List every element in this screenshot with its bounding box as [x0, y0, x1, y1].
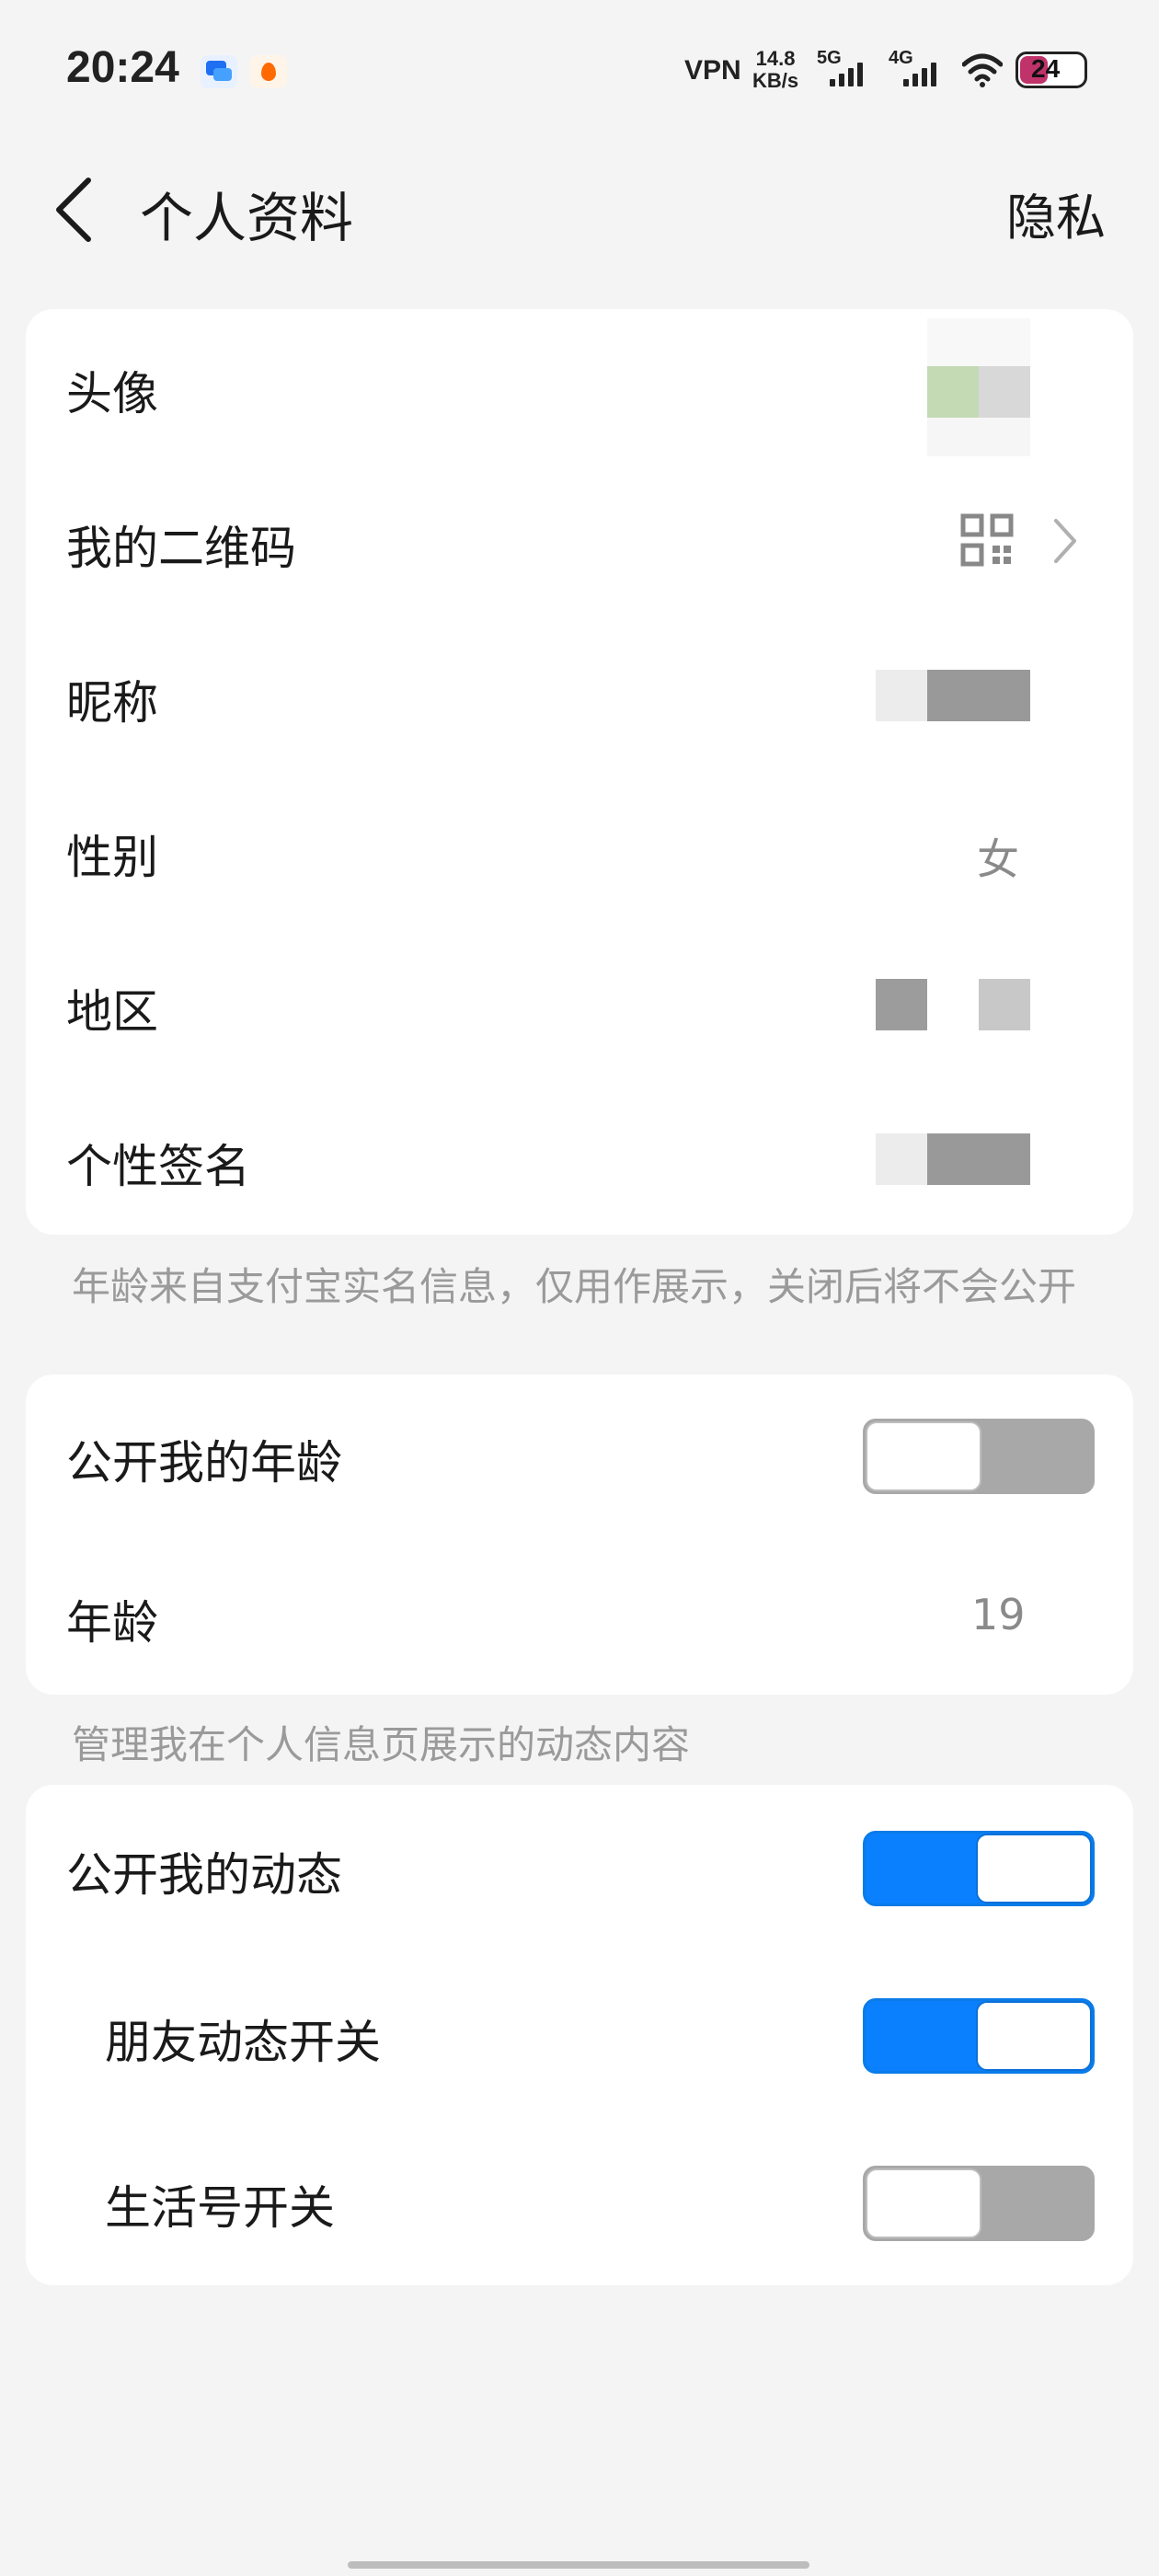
- moments-note: 管理我在个人信息页展示的动态内容: [72, 1722, 691, 1767]
- gender-label: 性别: [66, 831, 158, 884]
- fire-app-icon: [250, 55, 287, 88]
- chevron-right-icon: [1054, 519, 1076, 563]
- region-label: 地区: [66, 985, 158, 1039]
- moments-card: 公开我的动态 朋友动态开关 生活号开关: [26, 1785, 1133, 2285]
- friends-moments-toggle[interactable]: [863, 1998, 1095, 2074]
- signature-row[interactable]: 个性签名: [26, 1082, 1133, 1235]
- avatar[interactable]: [927, 318, 1030, 456]
- chevron-left-icon[interactable]: [46, 173, 110, 247]
- age-card: 公开我的年龄 年龄 19: [26, 1374, 1133, 1695]
- public-moments-toggle[interactable]: [863, 1831, 1095, 1906]
- age-value: 19: [971, 1590, 1026, 1639]
- privacy-button[interactable]: 隐私: [1006, 177, 1106, 249]
- public-moments-label: 公开我的动态: [66, 1848, 342, 1902]
- public-moments-row: 公开我的动态: [26, 1785, 1133, 1952]
- chat-app-icon: [201, 55, 237, 88]
- network-speed-value: 14.8: [755, 47, 796, 70]
- life-account-toggle[interactable]: [863, 2166, 1095, 2241]
- gender-value: 女: [977, 834, 1019, 884]
- page-title: 个人资料: [140, 187, 354, 249]
- region-value-redacted: [876, 979, 1030, 1030]
- profile-card: 头像 我的二维码 昵称 性别 女 地区 个性签名: [26, 309, 1133, 1235]
- network-speed-unit: KB/s: [752, 69, 799, 92]
- age-note: 年龄来自支付宝实名信息，仅用作展示，关闭后将不会公开: [72, 1264, 1077, 1309]
- network-speed: 14.8 KB/s: [752, 48, 798, 92]
- friends-moments-row: 朋友动态开关: [26, 1952, 1133, 2120]
- signature-label: 个性签名: [66, 1140, 250, 1193]
- age-label: 年龄: [66, 1596, 158, 1650]
- battery-level: 24: [1031, 54, 1061, 83]
- signal-icon: [901, 59, 938, 86]
- public-age-toggle[interactable]: [863, 1419, 1095, 1494]
- age-row: 年龄 19: [26, 1536, 1133, 1695]
- friends-moments-label: 朋友动态开关: [105, 2016, 381, 2069]
- qrcode-row[interactable]: 我的二维码: [26, 464, 1133, 618]
- life-account-row: 生活号开关: [26, 2120, 1133, 2285]
- nickname-label: 昵称: [66, 676, 158, 730]
- nickname-value-redacted: [876, 670, 1030, 721]
- avatar-label: 头像: [66, 367, 158, 420]
- battery-icon: 24: [1016, 52, 1087, 88]
- gender-row[interactable]: 性别 女: [26, 773, 1133, 927]
- home-indicator[interactable]: [348, 2561, 809, 2569]
- avatar-row[interactable]: 头像: [26, 309, 1133, 464]
- signal-icon: [828, 59, 865, 86]
- wifi-icon: [962, 53, 1003, 87]
- signature-value-redacted: [876, 1133, 1030, 1185]
- vpn-indicator: VPN: [684, 55, 741, 86]
- qrcode-label: 我的二维码: [66, 522, 296, 575]
- life-account-label: 生活号开关: [105, 2181, 335, 2235]
- region-row[interactable]: 地区: [26, 927, 1133, 1082]
- public-age-label: 公开我的年龄: [66, 1436, 342, 1489]
- status-bar: 20:24 VPN 14.8 KB/s 5G 4G 24: [0, 0, 1159, 138]
- page-header: 个人资料 隐私: [0, 156, 1159, 258]
- status-time: 20:24: [66, 43, 179, 92]
- nickname-row[interactable]: 昵称: [26, 618, 1133, 773]
- qrcode-icon: [960, 513, 1014, 567]
- public-age-row: 公开我的年龄: [26, 1374, 1133, 1536]
